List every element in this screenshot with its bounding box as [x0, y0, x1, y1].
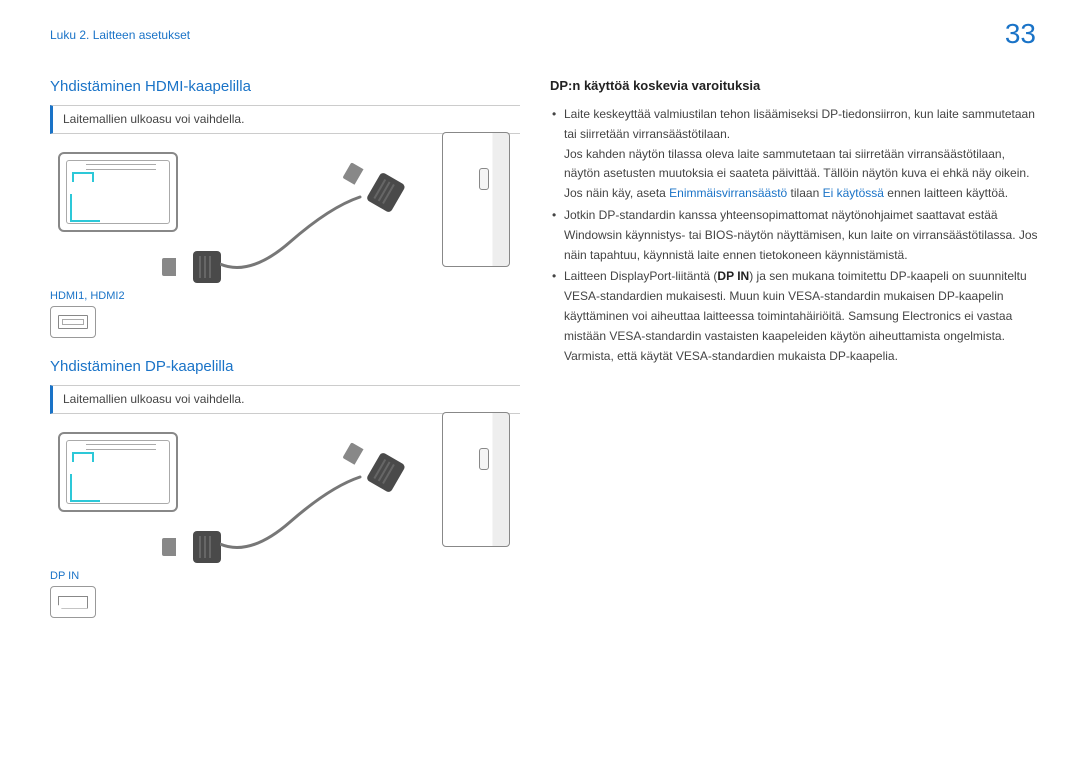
section-title-dp: Yhdistäminen DP-kaapelilla [50, 358, 520, 375]
note-hdmi: Laitemallien ulkoasu voi vaihdella. [50, 105, 520, 134]
section-title-hdmi: Yhdistäminen HDMI-kaapelilla [50, 78, 520, 95]
pc-icon [442, 132, 510, 267]
warnings-list: Laite keskeyttää valmiustilan tehon lisä… [550, 105, 1040, 366]
page-number: 33 [1005, 18, 1036, 50]
note-dp: Laitemallien ulkoasu voi vaihdella. [50, 385, 520, 414]
breadcrumb: Luku 2. Laitteen asetukset [50, 28, 190, 42]
monitor-icon [58, 152, 178, 232]
hdmi-port-icon [50, 306, 96, 338]
port-label-dp: DP IN [50, 570, 520, 582]
warnings-title: DP:n käyttöä koskevia varoituksia [550, 78, 1040, 93]
link-max-power-saving: Enimmäisvirransäästö [669, 186, 787, 200]
cable-hdmi [180, 197, 440, 277]
monitor-icon [58, 432, 178, 512]
link-off: Ei käytössä [823, 186, 884, 200]
port-label-hdmi: HDMI1, HDMI2 [50, 290, 520, 302]
dp-port-icon [50, 586, 96, 618]
list-item: Laitteen DisplayPort-liitäntä (DP IN) ja… [550, 267, 1040, 366]
list-item: Jotkin DP-standardin kanssa yhteensopima… [550, 206, 1040, 265]
cable-dp [180, 477, 440, 557]
pc-icon [442, 412, 510, 547]
list-item: Laite keskeyttää valmiustilan tehon lisä… [550, 105, 1040, 204]
diagram-hdmi [50, 152, 520, 282]
diagram-dp [50, 432, 520, 562]
